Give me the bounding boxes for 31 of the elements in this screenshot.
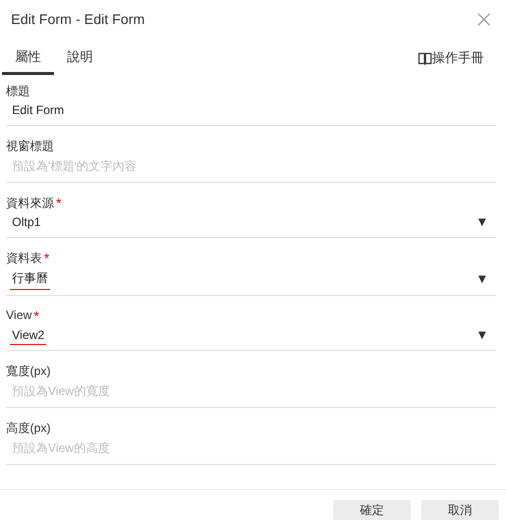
dropdown-arrow: ▼ bbox=[478, 217, 486, 228]
field-value: Edit Form bbox=[11, 102, 66, 119]
input-field[interactable]: Edit Form bbox=[6, 101, 496, 120]
required-mark: * bbox=[34, 308, 40, 324]
field-placeholder: 預設為View的高度 bbox=[11, 440, 111, 457]
field-label: View bbox=[6, 308, 32, 322]
cancel-button[interactable]: 取消 bbox=[421, 500, 499, 520]
field-label: 寬度(px) bbox=[6, 363, 51, 380]
dropdown-arrow: ▼ bbox=[478, 274, 486, 284]
select-value: 行事曆 bbox=[10, 268, 50, 290]
window-title: Edit Form - Edit Form bbox=[11, 11, 145, 27]
select-value: View2 bbox=[10, 326, 46, 345]
field-label: 視窗標題 bbox=[6, 138, 54, 155]
confirm-button[interactable]: 確定 bbox=[333, 500, 411, 520]
required-mark: * bbox=[56, 195, 62, 211]
field-placeholder: 預設為View的寬度 bbox=[11, 383, 111, 400]
dropdown-arrow: ▼ bbox=[478, 330, 486, 341]
tab[interactable]: 屬性 bbox=[2, 48, 54, 75]
field-label: 高度(px) bbox=[6, 420, 51, 437]
select-field[interactable]: View2 ▼ bbox=[6, 326, 496, 345]
field-placeholder: 預設為'標題'的文字內容 bbox=[11, 158, 138, 175]
manual-link[interactable]: 操作手冊 bbox=[418, 49, 484, 67]
field-label: 資料來源 bbox=[6, 195, 54, 212]
tab[interactable]: 說明 bbox=[54, 48, 106, 75]
select-field[interactable]: Oltp1 ▼ bbox=[6, 213, 496, 232]
field-label: 資料表 bbox=[6, 250, 42, 267]
book-icon bbox=[418, 52, 432, 64]
required-mark: * bbox=[44, 250, 50, 266]
select-value: Oltp1 bbox=[11, 214, 42, 231]
select-field[interactable]: 行事曆 ▼ bbox=[6, 268, 496, 290]
field-label: 標題 bbox=[6, 83, 30, 100]
